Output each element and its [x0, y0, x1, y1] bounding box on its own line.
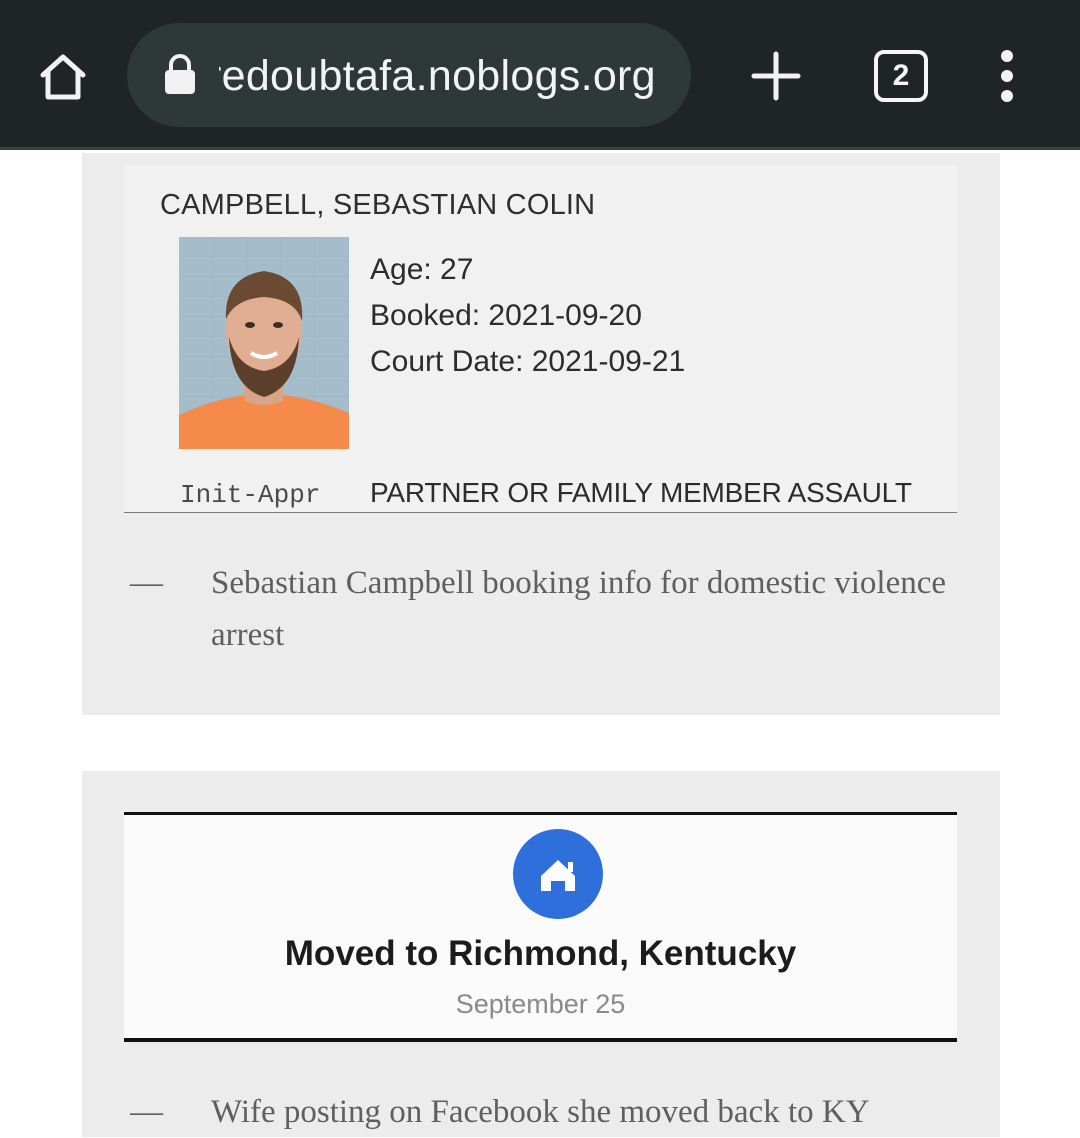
post-card-booking: CAMPBELL, SEBASTIAN COLIN Age: 27 Booked…	[82, 153, 1000, 715]
facebook-life-event-image[interactable]: Moved to Richmond, Kentucky September 25	[124, 812, 957, 1042]
image-caption: — Sebastian Campbell booking info for do…	[130, 557, 970, 667]
inmate-name: CAMPBELL, SEBASTIAN COLIN	[160, 189, 596, 221]
caption-text: Wife posting on Facebook she moved back …	[211, 1094, 870, 1130]
inmate-age: Age: 27	[370, 253, 474, 286]
post-card-facebook: Moved to Richmond, Kentucky September 25…	[82, 771, 1000, 1137]
booking-record-image[interactable]: CAMPBELL, SEBASTIAN COLIN Age: 27 Booked…	[124, 165, 957, 513]
home-icon	[40, 54, 86, 100]
tab-switcher-button[interactable]: 2	[874, 50, 928, 102]
caption-dash: —	[130, 565, 163, 601]
home-button[interactable]	[30, 44, 96, 110]
url-text[interactable]: redoubtafa.noblogs.org	[219, 47, 679, 105]
plus-icon	[751, 51, 801, 101]
tab-count: 2	[892, 59, 910, 92]
court-date: Court Date: 2021-09-21	[370, 345, 686, 378]
lock-icon	[165, 54, 195, 94]
more-vert-icon[interactable]	[990, 48, 1024, 104]
caption-text: Sebastian Campbell booking info for dome…	[211, 565, 947, 653]
mugshot-photo	[179, 237, 349, 449]
image-caption: — Wife posting on Facebook she moved bac…	[130, 1086, 970, 1138]
new-tab-button[interactable]	[746, 46, 806, 106]
address-bar[interactable]: redoubtafa.noblogs.org	[127, 23, 691, 127]
charge-description: PARTNER OR FAMILY MEMBER ASSAULT	[370, 477, 912, 508]
life-event-date: September 25	[455, 989, 626, 1019]
booked-date: Booked: 2021-09-20	[370, 299, 642, 332]
browser-toolbar: redoubtafa.noblogs.org 2	[0, 0, 1080, 150]
charge-type-label: Init-Appr	[180, 480, 321, 510]
life-event-title: Moved to Richmond, Kentucky	[284, 934, 797, 973]
caption-dash: —	[130, 1094, 163, 1130]
house-icon	[513, 829, 603, 919]
